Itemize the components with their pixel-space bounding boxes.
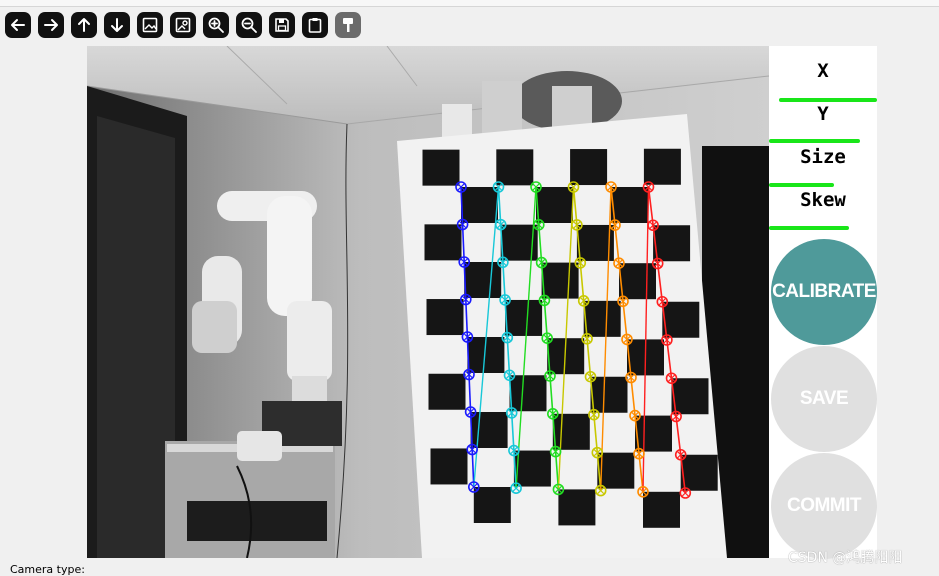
checker-square bbox=[653, 225, 691, 262]
back-button[interactable] bbox=[5, 12, 31, 38]
checker-square bbox=[619, 263, 656, 300]
arrow-down-icon bbox=[111, 18, 123, 32]
watermark: CSDN @鸿腾阳阳 bbox=[788, 550, 903, 566]
checker-square bbox=[513, 450, 551, 487]
checker-square bbox=[424, 224, 462, 261]
checker-square bbox=[635, 415, 672, 452]
checker-square bbox=[597, 452, 635, 489]
checker-square bbox=[558, 489, 596, 526]
image-icon bbox=[142, 17, 158, 33]
checker-square bbox=[583, 300, 621, 337]
checker-square bbox=[662, 301, 700, 338]
checker-square bbox=[643, 491, 680, 528]
zoom-in-icon bbox=[208, 17, 224, 33]
toolbar bbox=[5, 12, 361, 40]
checker-square bbox=[552, 413, 590, 450]
save-image-button[interactable] bbox=[269, 12, 295, 38]
x-metric: X bbox=[769, 56, 877, 102]
arrow-up-icon bbox=[78, 18, 90, 32]
camera-type-label: Camera type: bbox=[10, 563, 85, 576]
checker-square bbox=[570, 149, 608, 186]
y-label: Y bbox=[817, 103, 829, 125]
checker-square bbox=[536, 187, 573, 223]
camera-view[interactable] bbox=[87, 46, 769, 558]
arrow-left-icon bbox=[11, 19, 25, 31]
zoom-fit-button[interactable] bbox=[137, 12, 163, 38]
checker-square bbox=[509, 375, 547, 412]
save-icon bbox=[275, 18, 289, 32]
checker-square bbox=[496, 149, 534, 186]
annotate-button[interactable] bbox=[335, 12, 361, 38]
checker-square bbox=[611, 187, 648, 223]
checker-square bbox=[541, 262, 579, 299]
calibrate-button[interactable]: CALIBRATE bbox=[771, 239, 877, 345]
checker-square bbox=[464, 262, 502, 298]
y-metric: Y bbox=[769, 99, 877, 143]
checker-square bbox=[430, 448, 468, 485]
checker-square bbox=[470, 412, 508, 448]
window-top-edge bbox=[0, 0, 939, 7]
checker-square bbox=[426, 299, 464, 336]
checker-square bbox=[473, 487, 511, 523]
skew-progress-bar bbox=[769, 226, 849, 230]
checker-square bbox=[671, 378, 709, 415]
checker-square bbox=[422, 149, 460, 186]
save-button[interactable]: SAVE bbox=[771, 346, 877, 452]
arrow-right-icon bbox=[44, 19, 58, 31]
checker-square bbox=[505, 299, 543, 336]
pan-down-button[interactable] bbox=[104, 12, 130, 38]
zoom-original-button[interactable] bbox=[170, 12, 196, 38]
zoom-in-button[interactable] bbox=[203, 12, 229, 38]
calibration-panel: X Y Size Skew CALIBRATE SAVE COMMIT bbox=[769, 46, 877, 559]
checker-square bbox=[590, 376, 628, 413]
forward-button[interactable] bbox=[38, 12, 64, 38]
size-label: Size bbox=[800, 146, 846, 168]
zoom-out-button[interactable] bbox=[236, 12, 262, 38]
clipboard-icon bbox=[308, 18, 322, 33]
commit-button[interactable]: COMMIT bbox=[771, 453, 877, 559]
size-metric: Size bbox=[769, 142, 877, 187]
checker-square bbox=[680, 454, 718, 491]
zoom-out-icon bbox=[241, 17, 257, 33]
skew-label: Skew bbox=[800, 189, 846, 211]
checker-square bbox=[461, 187, 498, 223]
pan-up-button[interactable] bbox=[71, 12, 97, 38]
brush-icon bbox=[343, 18, 353, 32]
copy-to-clipboard-button[interactable] bbox=[302, 12, 328, 38]
image-person-icon bbox=[175, 17, 191, 33]
skew-metric: Skew bbox=[769, 185, 877, 230]
checker-square bbox=[643, 148, 681, 185]
camera-frame bbox=[87, 46, 769, 558]
checker-square bbox=[428, 373, 466, 410]
x-label: X bbox=[817, 60, 829, 82]
